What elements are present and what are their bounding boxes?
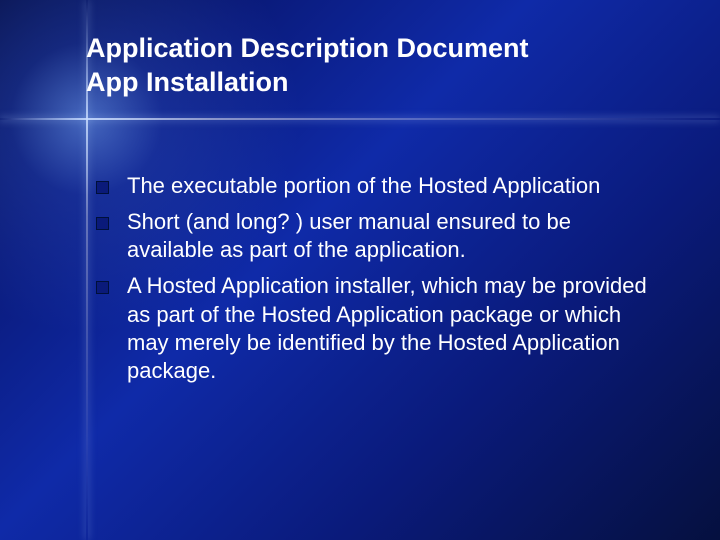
title-line-2: App Installation <box>86 66 660 100</box>
bullet-icon <box>96 181 109 194</box>
decorative-line-horizontal <box>0 118 720 120</box>
bullet-text: The executable portion of the Hosted App… <box>127 172 660 200</box>
list-item: The executable portion of the Hosted App… <box>96 172 660 200</box>
bullet-icon <box>96 217 109 230</box>
slide-title: Application Description Document App Ins… <box>86 32 660 100</box>
slide-body: The executable portion of the Hosted App… <box>96 172 660 393</box>
title-line-1: Application Description Document <box>86 32 660 66</box>
slide: Application Description Document App Ins… <box>0 0 720 540</box>
bullet-text: Short (and long? ) user manual ensured t… <box>127 208 660 264</box>
bullet-text: A Hosted Application installer, which ma… <box>127 272 660 385</box>
bullet-icon <box>96 281 109 294</box>
list-item: Short (and long? ) user manual ensured t… <box>96 208 660 264</box>
list-item: A Hosted Application installer, which ma… <box>96 272 660 385</box>
